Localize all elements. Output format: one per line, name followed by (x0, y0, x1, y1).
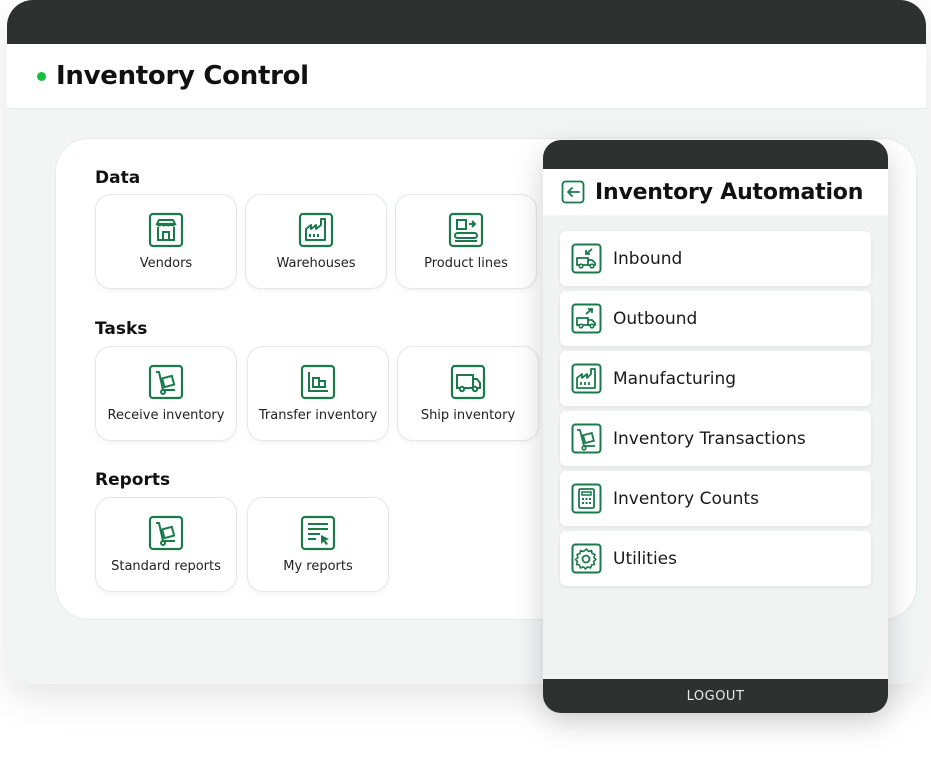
hand-truck-icon (148, 364, 184, 400)
tile-label: Vendors (139, 256, 193, 271)
mobile-header: Inventory Automation (543, 169, 888, 215)
menu-item-label: Utilities (613, 548, 677, 569)
tile-receive-inventory[interactable]: Receive inventory (95, 346, 237, 441)
calculator-icon (571, 483, 602, 514)
logout-button[interactable]: LOGOUT (543, 679, 888, 713)
menu-item-manufacturing[interactable]: Manufacturing (560, 351, 871, 406)
inbound-icon (571, 243, 602, 274)
tile-label: Ship inventory (420, 408, 516, 423)
back-arrow-icon[interactable] (561, 180, 585, 204)
gear-icon (571, 543, 602, 574)
tile-label: Warehouses (276, 256, 356, 271)
truck-icon (450, 364, 486, 400)
tile-label: My reports (283, 559, 353, 574)
hand-truck-icon (148, 515, 184, 551)
factory-icon (571, 363, 602, 394)
menu-item-inbound[interactable]: Inbound (560, 231, 871, 286)
tile-vendors[interactable]: Vendors (95, 194, 237, 289)
menu-item-inventory-counts[interactable]: Inventory Counts (560, 471, 871, 526)
mobile-title: Inventory Automation (595, 179, 864, 205)
tile-label: Receive inventory (107, 408, 225, 423)
section-label-reports: Reports (95, 470, 171, 490)
menu-item-inventory-transactions[interactable]: Inventory Transactions (560, 411, 871, 466)
tile-ship-inventory[interactable]: Ship inventory (397, 346, 539, 441)
section-label-tasks: Tasks (95, 319, 148, 339)
tile-standard-reports[interactable]: Standard reports (95, 497, 237, 592)
factory-icon (298, 212, 334, 248)
window-title-bar (7, 0, 926, 44)
menu-item-label: Inventory Counts (613, 488, 759, 509)
tile-label: Transfer inventory (258, 408, 378, 423)
menu-item-label: Outbound (613, 308, 698, 329)
logout-label: LOGOUT (686, 688, 745, 704)
tile-product-lines[interactable]: Product lines (395, 194, 537, 289)
store-icon (148, 212, 184, 248)
tile-transfer-inventory[interactable]: Transfer inventory (247, 346, 389, 441)
menu-item-utilities[interactable]: Utilities (560, 531, 871, 586)
status-dot (37, 71, 46, 81)
tile-warehouses[interactable]: Warehouses (245, 194, 387, 289)
menu-item-label: Inbound (613, 248, 683, 269)
menu-item-label: Inventory Transactions (613, 428, 806, 449)
menu-item-outbound[interactable]: Outbound (560, 291, 871, 346)
mobile-app-panel: Inventory Automation Inbound Outbound Ma… (543, 140, 888, 713)
page-header: Inventory Control (7, 44, 926, 109)
tile-label: Product lines (424, 256, 508, 271)
hand-truck-icon (571, 423, 602, 454)
pallet-icon (300, 364, 336, 400)
tile-label: Standard reports (111, 559, 221, 574)
page-title: Inventory Control (56, 61, 309, 91)
report-cursor-icon (300, 515, 336, 551)
menu-item-label: Manufacturing (613, 368, 737, 389)
tile-my-reports[interactable]: My reports (247, 497, 389, 592)
section-label-data: Data (95, 168, 141, 188)
mobile-status-bar (543, 140, 888, 169)
outbound-icon (571, 303, 602, 334)
conveyor-icon (448, 212, 484, 248)
